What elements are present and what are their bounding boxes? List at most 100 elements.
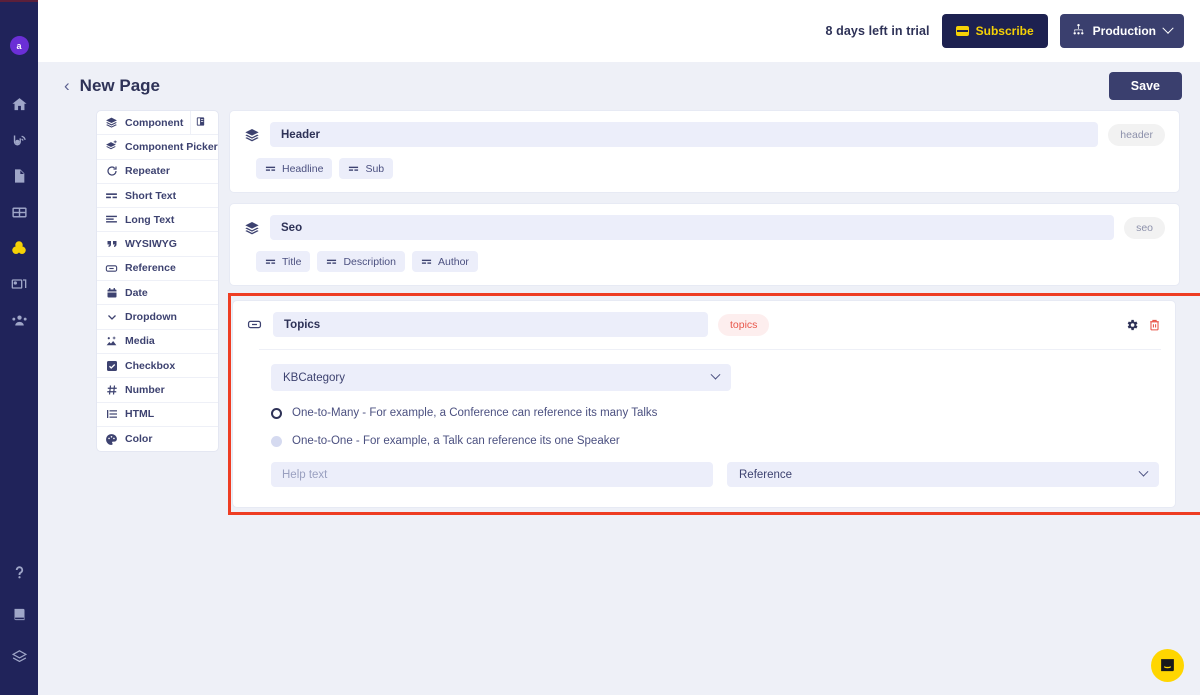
field-type-label: Reference: [125, 262, 176, 275]
field-type-short-text[interactable]: Short Text: [97, 184, 218, 209]
radio-one-to-one[interactable]: [271, 435, 282, 447]
radio-one-to-many[interactable]: [271, 407, 282, 419]
reference-model-select[interactable]: KBCategory: [271, 364, 731, 391]
field-type-select[interactable]: Reference: [727, 462, 1159, 487]
chevron-down-icon: [1162, 22, 1174, 34]
field-type-number[interactable]: Number: [97, 378, 218, 403]
field-type-reference[interactable]: Reference: [97, 257, 218, 282]
subscribe-label: Subscribe: [975, 24, 1034, 38]
field-chip-label: Description: [343, 255, 396, 268]
field-chip[interactable]: Author: [411, 251, 478, 272]
help-icon[interactable]: [8, 561, 30, 583]
field-chip-label: Headline: [282, 162, 324, 175]
component-field-chips: Title Description Author: [256, 251, 1165, 272]
field-bottom-row: Reference: [271, 462, 1161, 487]
field-type-label: Dropdown: [125, 311, 177, 324]
field-type-date[interactable]: Date: [97, 281, 218, 306]
field-type-html[interactable]: HTML: [97, 403, 218, 427]
long-text-icon: [105, 213, 118, 226]
gear-icon[interactable]: [1125, 318, 1139, 332]
left-nav-rail: a: [0, 0, 38, 695]
intercom-launcher[interactable]: [1151, 649, 1184, 682]
field-type-label: Date: [125, 286, 148, 299]
field-type-long-text[interactable]: Long Text: [97, 208, 218, 233]
field-actions: [1125, 318, 1161, 332]
component-name-input[interactable]: [270, 122, 1099, 147]
field-type-checkbox[interactable]: Checkbox: [97, 354, 218, 379]
field-type-label: Color: [125, 433, 153, 445]
field-chip-label: Title: [282, 255, 302, 268]
field-type-dropdown[interactable]: Dropdown: [97, 305, 218, 330]
field-chip[interactable]: Title: [256, 251, 311, 272]
page-title: New Page: [79, 76, 160, 95]
layers-icon: [105, 116, 118, 129]
table-icon[interactable]: [8, 201, 30, 223]
main-area: 8 days left in trial Subscribe Productio…: [38, 0, 1200, 695]
component-card-top: seo: [244, 215, 1165, 240]
field-type-repeater[interactable]: Repeater: [97, 160, 218, 184]
subscribe-button[interactable]: Subscribe: [941, 14, 1048, 48]
repeat-icon: [105, 165, 118, 177]
relation-option-label: One-to-One - For example, a Talk can ref…: [292, 435, 620, 447]
app-root: a 8 days left in trial Subscribe Product…: [0, 0, 1200, 695]
field-chip[interactable]: Description: [317, 251, 405, 272]
media-icon[interactable]: [8, 273, 30, 295]
layers-plus-icon: [105, 140, 118, 153]
field-type-wysiwyg[interactable]: WYSIWYG: [97, 232, 218, 257]
field-chip[interactable]: Headline: [256, 158, 333, 179]
trial-status-text: 8 days left in trial: [825, 24, 930, 38]
help-text-input[interactable]: [271, 462, 713, 487]
field-type-label: HTML: [125, 408, 155, 421]
field-type-color[interactable]: Color: [97, 427, 218, 451]
selected-field-highlight: topics KBCategory: [228, 293, 1200, 515]
reference-field-card[interactable]: topics KBCategory: [232, 300, 1176, 508]
short-text-icon: [326, 256, 337, 267]
rail-icon-list: [8, 93, 30, 331]
component-card-header[interactable]: header Headline S: [229, 110, 1180, 193]
component-name-input[interactable]: [270, 215, 1115, 240]
short-text-icon: [265, 256, 276, 267]
home-icon[interactable]: [8, 93, 30, 115]
credit-card-icon: [955, 26, 969, 36]
layers-icon: [244, 127, 260, 143]
trash-icon[interactable]: [1148, 318, 1161, 332]
environment-label: Production: [1092, 24, 1156, 38]
field-type-component-picker[interactable]: Component Picker: [97, 135, 218, 160]
link-icon: [247, 317, 263, 332]
field-type-label: Checkbox: [125, 359, 176, 372]
rail-bottom-icons: [0, 561, 38, 667]
field-type-label: Short Text: [125, 189, 177, 202]
chevron-down-icon: [710, 369, 721, 380]
team-icon[interactable]: [8, 309, 30, 331]
components-icon[interactable]: [8, 237, 30, 259]
api-icon[interactable]: [8, 129, 30, 151]
field-type-label: Component Picker: [125, 140, 218, 153]
field-type-label: Number: [125, 383, 165, 396]
avatar[interactable]: a: [9, 36, 29, 55]
component-library-button[interactable]: [190, 111, 210, 135]
book-icon: [195, 116, 206, 130]
component-slug-badge: header: [1108, 123, 1165, 146]
chevron-down-icon: [105, 311, 118, 323]
component-slug-badge: seo: [1124, 216, 1165, 239]
short-text-icon: [105, 189, 118, 202]
document-icon[interactable]: [8, 165, 30, 187]
image-icon: [105, 335, 118, 348]
field-chip-label: Sub: [365, 162, 385, 175]
field-type-media[interactable]: Media: [97, 330, 218, 354]
book-icon[interactable]: [8, 603, 30, 625]
save-button[interactable]: Save: [1108, 72, 1182, 100]
field-name-input[interactable]: [273, 312, 708, 337]
back-button[interactable]: ‹: [64, 75, 80, 98]
field-type-component[interactable]: Component: [97, 111, 218, 136]
relation-option-one-to-many[interactable]: One-to-Many - For example, a Conference …: [271, 407, 1161, 419]
environment-dropdown[interactable]: Production: [1059, 14, 1184, 48]
quote-icon: [105, 238, 118, 250]
rail-top-accent: [0, 0, 38, 2]
relation-option-one-to-one[interactable]: One-to-One - For example, a Talk can ref…: [271, 435, 1161, 447]
layers-icon[interactable]: [8, 645, 30, 667]
component-card-seo[interactable]: seo Title Descrip: [229, 203, 1180, 286]
page-header: ‹ New Page Save: [38, 62, 1200, 110]
field-chip[interactable]: Sub: [339, 158, 394, 179]
short-text-icon: [265, 163, 276, 174]
